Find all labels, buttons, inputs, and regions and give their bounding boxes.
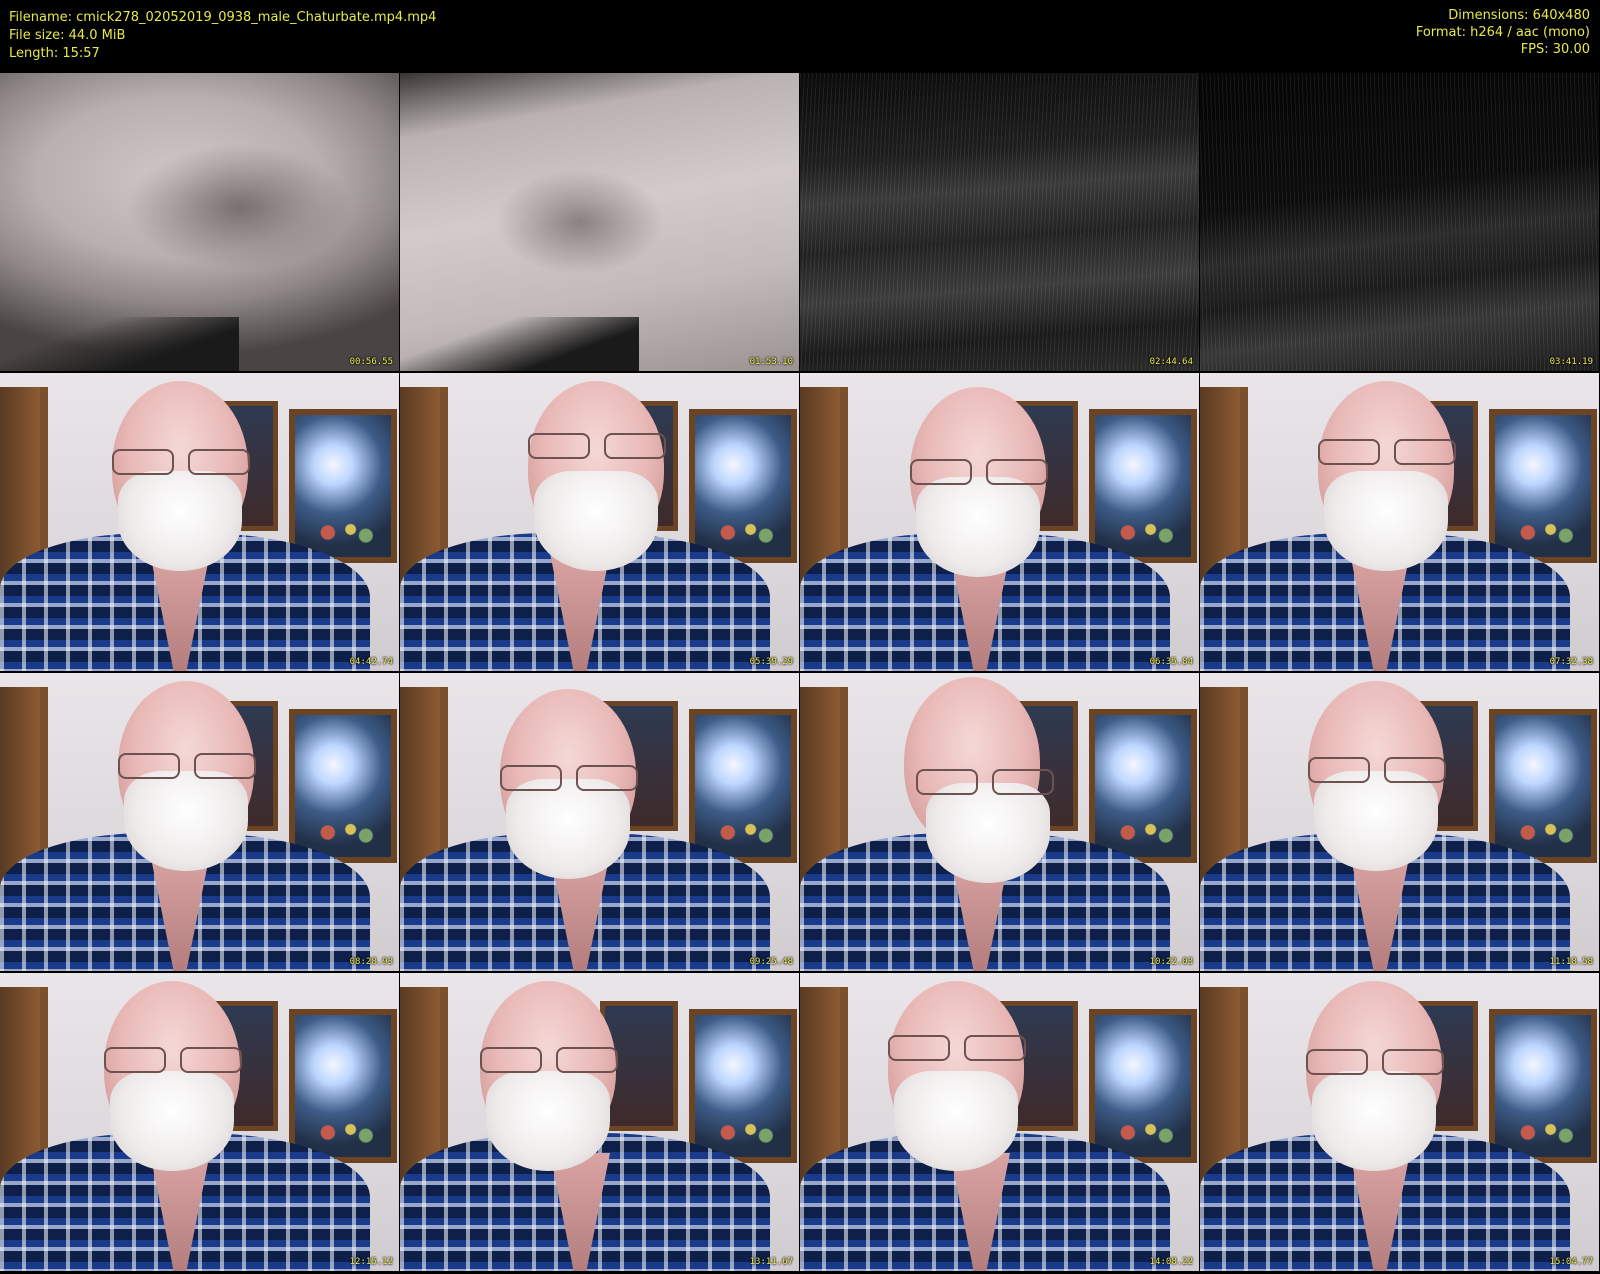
thumbnail: 08:28.93 (0, 673, 399, 971)
glasses (1314, 439, 1460, 465)
wall-painting (1089, 709, 1197, 863)
thumbnail-grid: 00:56.55 01:53.10 02:44.64 03:41.19 04:4… (0, 73, 1600, 1274)
thumbnail: 09:25.48 (400, 673, 799, 971)
wall-painting (1489, 1009, 1597, 1163)
glasses (1304, 757, 1450, 783)
beard (926, 783, 1050, 883)
thumbnail: 13:11.67 (400, 973, 799, 1271)
thumbnail: 06:35.84 (800, 373, 1199, 671)
thumbnail-timestamp: 10:22.03 (1149, 957, 1193, 967)
thumbnail-timestamp: 15:04.77 (1549, 1257, 1593, 1267)
beard (110, 1071, 234, 1171)
format-text: Format: h264 / aac (mono) (1415, 25, 1590, 40)
glasses (476, 1047, 622, 1073)
wall-painting (289, 1009, 397, 1163)
thumbnail: 00:56.55 (0, 73, 399, 371)
thumbnail: 01:53.10 (400, 73, 799, 371)
thumbnail: 05:39.29 (400, 373, 799, 671)
glasses (108, 449, 254, 475)
thumbnail-timestamp: 06:35.84 (1149, 657, 1193, 667)
thumbnail: 14:08.22 (800, 973, 1199, 1271)
thumbnail-timestamp: 04:42.74 (349, 657, 393, 667)
thumbnail: 12:15.12 (0, 973, 399, 1271)
wall-painting (1489, 709, 1597, 863)
wall-painting (1089, 1009, 1197, 1163)
glasses (496, 765, 642, 791)
wall-painting (289, 409, 397, 563)
glasses (114, 753, 260, 779)
beard (916, 477, 1040, 577)
wall-painting (689, 409, 797, 563)
glasses (1302, 1049, 1448, 1075)
filename-text: Filename: cmick278_02052019_0938_male_Ch… (9, 10, 437, 25)
thumbnail: 10:22.03 (800, 673, 1199, 971)
thumbnail-timestamp: 01:53.10 (749, 357, 793, 367)
beard (486, 1071, 610, 1171)
contact-sheet-header: Filename: cmick278_02052019_0938_male_Ch… (0, 0, 1600, 72)
fps-text: FPS: 30.00 (1520, 42, 1590, 57)
file-info-left: Filename: cmick278_02052019_0938_male_Ch… (9, 9, 436, 63)
thumbnail-timestamp: 13:11.67 (749, 1257, 793, 1267)
glasses (912, 769, 1058, 795)
thumbnail-timestamp: 00:56.55 (349, 357, 393, 367)
beard (1314, 771, 1438, 871)
thumbnail: 07:32.38 (1200, 373, 1599, 671)
file-info-right: Dimensions: 640x480 Format: h264 / aac (… (1416, 7, 1590, 58)
glasses (906, 459, 1052, 485)
beard (124, 771, 248, 871)
wall-painting (689, 709, 797, 863)
thumbnail-timestamp: 11:18.58 (1549, 957, 1593, 967)
file-size-text: File size: 44.0 MiB (9, 28, 126, 43)
beard (506, 779, 630, 879)
thumbnail-timestamp: 12:15.12 (349, 1257, 393, 1267)
beard (534, 471, 658, 571)
thumbnail: 03:41.19 (1200, 73, 1599, 371)
thumbnail: 15:04.77 (1200, 973, 1599, 1271)
thumbnail-timestamp: 07:32.38 (1549, 657, 1593, 667)
wall-painting (1089, 409, 1197, 563)
glasses (100, 1047, 246, 1073)
thumbnail: 04:42.74 (0, 373, 399, 671)
thumbnail-timestamp: 09:25.48 (749, 957, 793, 967)
beard (894, 1071, 1018, 1171)
glasses (884, 1035, 1030, 1061)
thumbnail: 02:44.64 (800, 73, 1199, 371)
shadow-region (0, 317, 240, 371)
beard (118, 471, 242, 571)
wall-painting (1489, 409, 1597, 563)
thumbnail-timestamp: 14:08.22 (1149, 1257, 1193, 1267)
thumbnail-timestamp: 08:28.93 (349, 957, 393, 967)
beard (1312, 1071, 1436, 1171)
wall-painting (289, 709, 397, 863)
thumbnail-timestamp: 03:41.19 (1549, 357, 1593, 367)
shadow-region (400, 317, 640, 371)
beard (1324, 471, 1448, 571)
dimensions-text: Dimensions: 640x480 (1448, 8, 1590, 23)
wall-painting (689, 1009, 797, 1163)
length-text: Length: 15:57 (9, 46, 100, 61)
glasses (524, 433, 670, 459)
thumbnail-timestamp: 02:44.64 (1149, 357, 1193, 367)
thumbnail: 11:18.58 (1200, 673, 1599, 971)
thumbnail-timestamp: 05:39.29 (749, 657, 793, 667)
